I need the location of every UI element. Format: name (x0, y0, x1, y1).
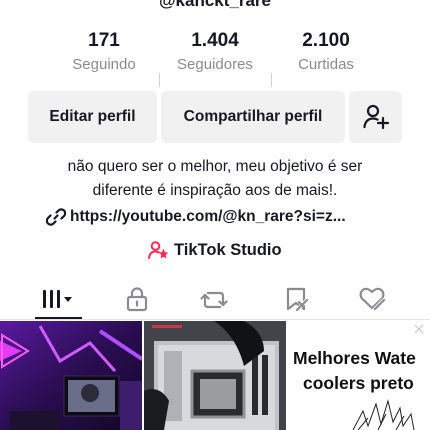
tiktok-studio-link[interactable]: TikTok Studio (148, 238, 282, 262)
stat-divider (159, 73, 160, 87)
person-plus-icon (362, 104, 389, 130)
add-friend-button[interactable] (349, 91, 402, 143)
stat-divider (271, 73, 272, 87)
grid-icon (43, 290, 72, 308)
likes-label: Curtidas (298, 56, 354, 73)
edit-profile-button[interactable]: Editar perfil (28, 91, 157, 143)
profile-stats: 171 Seguindo 1.404 Seguidores 2.100 Curt… (0, 29, 430, 87)
video-thumbnail[interactable]: Melhores Wate coolers preto (288, 321, 430, 430)
tab-videos[interactable] (20, 278, 98, 320)
repost-icon (200, 291, 228, 309)
bookmark-icon (286, 287, 309, 312)
following-count: 171 (88, 30, 120, 51)
bio-line: não quero ser o melhor, meu objetivo é s… (67, 158, 363, 175)
thumbnail-title: Melhores Wate coolers preto (293, 346, 430, 396)
video-thumbnail[interactable] (0, 321, 142, 430)
tab-liked[interactable] (333, 278, 411, 320)
likes-count: 2.100 (302, 30, 350, 51)
video-grid: Melhores Wate coolers preto (0, 321, 430, 430)
motherboard-thumbnail (144, 321, 286, 430)
stat-followers[interactable]: 1.404 Seguidores (160, 29, 270, 74)
lock-icon (126, 287, 148, 312)
tab-private[interactable] (98, 278, 176, 320)
profile-link[interactable]: https://youtube.com/@kn_rare?si=z... (46, 205, 346, 229)
thumbnail-title-line: Melhores Wate (293, 348, 416, 368)
studio-text: TikTok Studio (174, 240, 282, 259)
creator-icon (148, 241, 168, 259)
bio-line: diferente é inspiração aos de mais!. (92, 182, 338, 199)
active-tab-indicator (35, 317, 82, 319)
profile-bio: não quero ser o melhor, meu objetivo é s… (0, 155, 430, 203)
anime-character-sketch (352, 399, 415, 430)
tab-reposts[interactable] (175, 278, 253, 320)
stat-likes[interactable]: 2.100 Curtidas (271, 29, 381, 74)
close-icon[interactable] (414, 324, 424, 334)
share-profile-button[interactable]: Compartilhar perfil (161, 91, 345, 143)
stat-following[interactable]: 171 Seguindo (49, 29, 159, 74)
link-text: https://youtube.com/@kn_rare?si=z... (70, 208, 346, 225)
profile-username: @kanckt_rare (158, 0, 272, 10)
following-label: Seguindo (72, 56, 136, 73)
followers-count: 1.404 (191, 30, 239, 51)
purple-setup-thumbnail (0, 321, 142, 430)
tab-favorites[interactable] (257, 278, 335, 320)
followers-label: Seguidores (177, 56, 253, 73)
heart-icon (359, 287, 386, 311)
thumbnail-title-line: coolers preto (303, 373, 414, 393)
profile-tabs (0, 278, 430, 320)
link-icon (46, 208, 66, 226)
video-thumbnail[interactable] (144, 321, 286, 430)
